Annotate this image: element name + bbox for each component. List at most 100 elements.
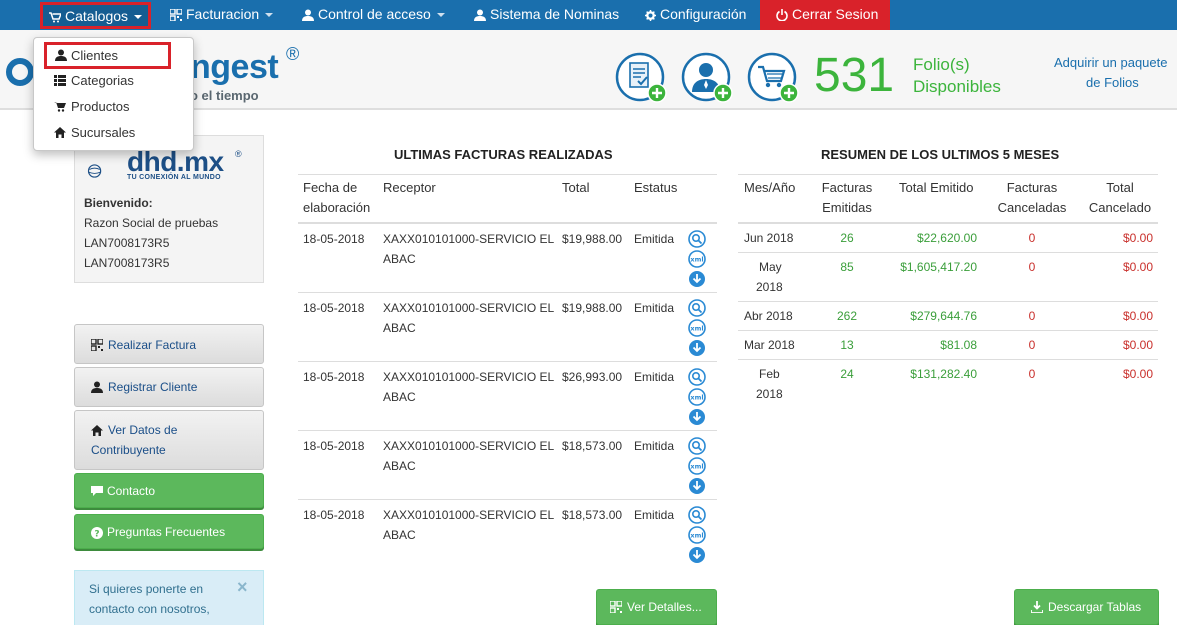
folio-count: 531 <box>814 49 895 102</box>
facturas-table-title: ULTIMAS FACTURAS REALIZADAS <box>394 147 613 162</box>
row-divider <box>738 359 1158 360</box>
brand-logo-icon <box>6 58 34 86</box>
top-navbar: Catalogos Facturacion Control de acceso … <box>0 0 1177 30</box>
new-invoice-icon[interactable] <box>615 52 667 104</box>
preguntas-frecuentes-button[interactable]: ? Preguntas Frecuentes <box>74 514 264 549</box>
search-icon[interactable] <box>687 230 707 248</box>
search-icon[interactable] <box>687 506 707 524</box>
home-icon <box>91 425 103 436</box>
cell-receptor-line2: ABAC <box>383 390 416 404</box>
nav-nominas[interactable]: Sistema de Nominas <box>474 0 619 30</box>
xml-file-icon[interactable]: xml <box>687 457 707 475</box>
ver-datos-contribuyente-button[interactable]: Ver Datos de Contribuyente <box>74 410 264 470</box>
download-icon[interactable] <box>687 546 707 564</box>
cell-mes: Abr 2018 <box>744 309 793 323</box>
cell-total: $26,993.00 <box>562 370 623 384</box>
cell-receptor: XAXX010101000-SERVICIO EL <box>383 232 555 246</box>
dropdown-item-label: Productos <box>71 99 130 114</box>
nav-catalogos[interactable]: Catalogos <box>40 2 152 29</box>
logout-button[interactable]: Cerrar Sesion <box>760 0 890 30</box>
col-header-mes: Mes/Año <box>744 180 796 195</box>
cell-total-emitido: $131,282.40 <box>910 367 977 381</box>
cell-total-emitido: $22,620.00 <box>916 231 977 245</box>
qrcode-icon <box>169 8 183 22</box>
buy-folios-link-line2[interactable]: de Folios <box>1086 75 1139 90</box>
col-header-canceladas-line2: Canceladas <box>997 200 1067 215</box>
dropdown-item-sucursales[interactable]: Sucursales <box>34 120 193 146</box>
divider <box>298 222 717 224</box>
user-icon <box>91 381 103 393</box>
divider <box>738 174 1158 175</box>
search-icon[interactable] <box>687 368 707 386</box>
xml-file-icon[interactable]: xml <box>687 319 707 337</box>
new-product-icon[interactable] <box>747 52 799 104</box>
cell-estatus: Emitida <box>634 301 675 315</box>
nav-configuracion[interactable]: Configuración <box>645 0 746 30</box>
cell-total-cancelado: $0.00 <box>1122 260 1153 274</box>
col-header-total: Total <box>562 180 590 195</box>
cell-total-emitido: $1,605,417.20 <box>900 260 977 274</box>
xml-file-icon[interactable]: xml <box>687 250 707 268</box>
contribuyente-label: Contribuyente <box>91 443 166 457</box>
cell-facturas-canceladas: 0 <box>1028 260 1036 274</box>
registrar-cliente-button[interactable]: Registrar Cliente <box>74 367 264 407</box>
buy-folios-link[interactable]: Adquirir un paquete <box>1054 55 1167 70</box>
cell-mes-line2: 2018 <box>756 280 783 294</box>
dhd-registered-mark: ® <box>235 149 242 159</box>
cell-receptor: XAXX010101000-SERVICIO EL <box>383 508 555 522</box>
col-header-total-cancelado-line2: Cancelado <box>1088 200 1152 215</box>
cell-fecha: 18-05-2018 <box>303 232 365 246</box>
close-icon[interactable]: × <box>237 577 248 598</box>
brand-tagline: o el tiempo <box>190 88 259 103</box>
descargar-tablas-button[interactable]: Descargar Tablas <box>1014 589 1159 625</box>
nav-control-acceso[interactable]: Control de acceso <box>302 0 445 30</box>
download-icon[interactable] <box>687 408 707 426</box>
search-icon[interactable] <box>687 437 707 455</box>
cell-estatus: Emitida <box>634 439 675 453</box>
xml-file-icon[interactable]: xml <box>687 526 707 544</box>
dhd-tagline: TU CONEXIÓN AL MUNDO <box>127 174 221 181</box>
cell-facturas-canceladas: 0 <box>1028 338 1036 352</box>
row-divider <box>738 252 1158 253</box>
download-icon[interactable] <box>687 477 707 495</box>
chevron-down-icon <box>134 15 143 20</box>
dropdown-item-clientes[interactable]: Clientes <box>44 42 171 69</box>
cell-total: $19,988.00 <box>562 232 623 246</box>
brand-name: ngest <box>190 48 279 86</box>
col-header-receptor: Receptor <box>383 180 436 195</box>
cart-icon <box>54 102 66 112</box>
user-icon <box>474 9 486 21</box>
row-actions: xml <box>687 506 707 566</box>
realizar-factura-button[interactable]: Realizar Factura <box>74 324 264 364</box>
svg-text:?: ? <box>94 530 99 540</box>
razon-social: Razon Social de pruebas <box>84 216 219 230</box>
row-divider <box>298 361 717 362</box>
ver-detalles-button[interactable]: Ver Detalles... <box>596 589 717 625</box>
download-icon[interactable] <box>687 270 707 288</box>
welcome-label: Bienvenido: <box>84 196 153 210</box>
cell-receptor: XAXX010101000-SERVICIO EL <box>383 301 555 315</box>
xml-file-icon[interactable]: xml <box>687 388 707 406</box>
cell-mes-line2: 2018 <box>756 387 783 401</box>
registrar-cliente-label: Registrar Cliente <box>108 380 198 394</box>
download-icon[interactable] <box>687 339 707 357</box>
cell-total: $19,988.00 <box>562 301 623 315</box>
col-header-emitidas-line1: Facturas <box>821 180 873 195</box>
dropdown-item-categorias[interactable]: Categorias <box>34 68 193 94</box>
cell-fecha: 18-05-2018 <box>303 301 365 315</box>
catalogos-dropdown-menu: Clientes Categorias Productos Sucursales <box>33 37 194 151</box>
chevron-down-icon <box>265 13 274 18</box>
cell-total: $18,573.00 <box>562 439 623 453</box>
dropdown-item-productos[interactable]: Productos <box>34 94 193 120</box>
row-divider <box>298 499 717 500</box>
qrcode-icon <box>610 601 622 613</box>
search-icon[interactable] <box>687 299 707 317</box>
cell-mes: May <box>759 260 782 274</box>
xml-label: xml <box>690 532 703 540</box>
cell-receptor-line2: ABAC <box>383 528 416 542</box>
new-client-icon[interactable] <box>681 52 733 104</box>
nav-facturacion[interactable]: Facturacion <box>169 0 274 30</box>
gear-icon <box>645 10 656 21</box>
row-divider <box>738 330 1158 331</box>
contacto-button[interactable]: Contacto <box>74 473 264 508</box>
